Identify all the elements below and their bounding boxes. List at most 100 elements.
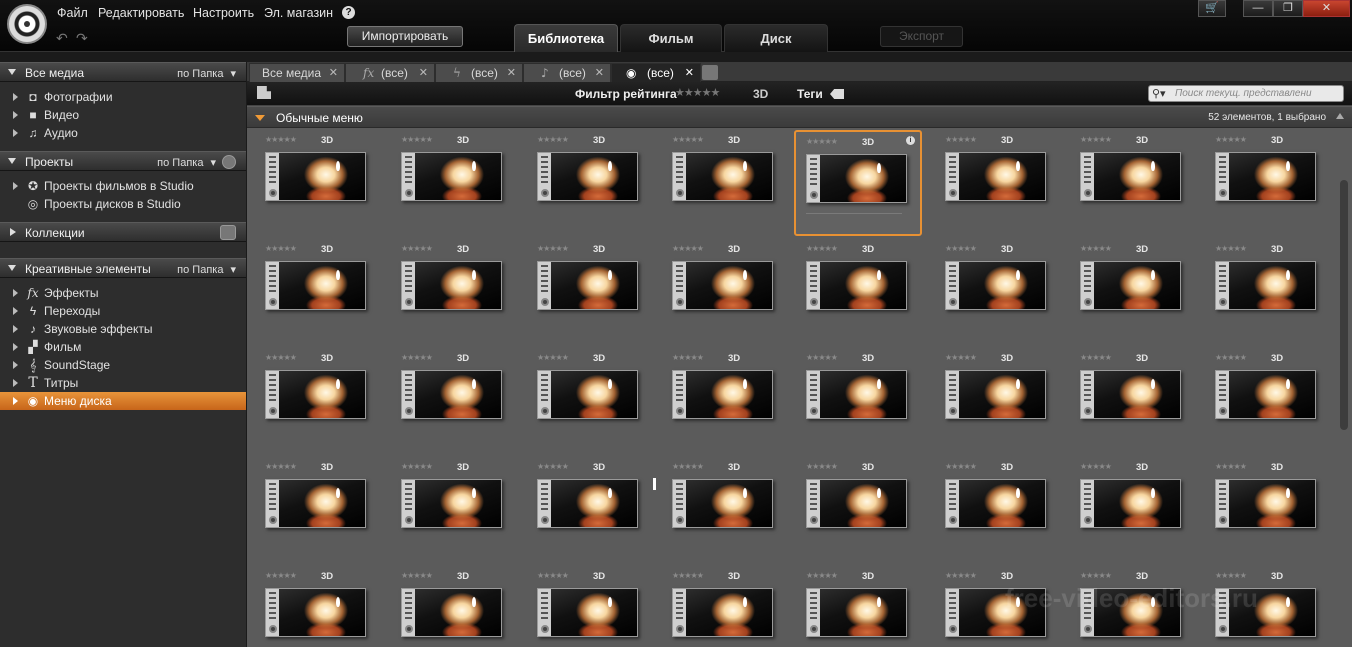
section-all-media[interactable]: Все медиа по Папка (0, 62, 246, 82)
menu-thumbnail-item[interactable]: ★★★★★ 3D (662, 348, 790, 454)
menu-thumbnail-item[interactable]: ★★★★★ 3D (255, 457, 383, 563)
sidebar-item-soundstage[interactable]: 𝄞 SoundStage (0, 356, 246, 374)
sidebar-item-movie-projects[interactable]: ✪ Проекты фильмов в Studio (0, 177, 246, 195)
item-rating-stars[interactable]: ★★★★★ (265, 244, 297, 253)
item-rating-stars[interactable]: ★★★★★ (1080, 462, 1112, 471)
item-rating-stars[interactable]: ★★★★★ (401, 571, 433, 580)
expand-arrow-icon[interactable] (13, 111, 18, 119)
tab-transitions[interactable]: ϟ (все) ✕ (435, 63, 523, 82)
item-rating-stars[interactable]: ★★★★★ (537, 135, 569, 144)
collapse-arrow-icon[interactable] (255, 115, 265, 121)
maximize-button[interactable]: ❐ (1273, 0, 1303, 17)
collapse-arrow-icon[interactable] (10, 228, 16, 236)
expand-arrow-icon[interactable] (13, 129, 18, 137)
scroll-thumb[interactable] (1340, 180, 1348, 430)
menu-preview-image[interactable] (672, 479, 773, 528)
info-icon[interactable]: i (906, 136, 915, 145)
item-rating-stars[interactable]: ★★★★★ (945, 353, 977, 362)
tag-icon[interactable] (830, 89, 844, 99)
menu-thumbnail-item[interactable]: ★★★★★ 3D (1070, 130, 1198, 236)
menu-thumbnail-item[interactable]: ★★★★★ 3D (391, 239, 519, 345)
minimize-button[interactable]: — (1243, 0, 1273, 17)
item-rating-stars[interactable]: ★★★★★ (401, 135, 433, 144)
menu-preview-image[interactable] (1215, 370, 1316, 419)
sidebar-item-photos[interactable]: ◘ Фотографии (0, 88, 246, 106)
group-header[interactable]: Обычные меню 52 элементов, 1 выбрано (247, 107, 1352, 128)
menu-thumbnail-item[interactable]: ★★★★★ 3D (527, 566, 655, 647)
menu-preview-image[interactable] (537, 152, 638, 201)
item-rating-stars[interactable]: ★★★★★ (1080, 571, 1112, 580)
menu-preview-image[interactable] (401, 370, 502, 419)
sidebar-item-sound-effects[interactable]: ♪ Звуковые эффекты (0, 320, 246, 338)
app-logo-icon[interactable] (7, 4, 47, 44)
menu-preview-image[interactable] (1080, 261, 1181, 310)
menu-thumbnail-item[interactable]: ★★★★★ 3D (1070, 348, 1198, 454)
menu-preview-image[interactable] (945, 370, 1046, 419)
menu-preview-image[interactable] (806, 261, 907, 310)
new-tab-icon[interactable] (702, 65, 718, 80)
expand-arrow-icon[interactable] (13, 93, 18, 101)
menu-preview-image[interactable] (401, 152, 502, 201)
menu-preview-image[interactable] (265, 479, 366, 528)
menu-preview-image[interactable] (672, 370, 773, 419)
menu-preview-image[interactable] (401, 588, 502, 637)
menu-file[interactable]: Файл (57, 6, 88, 20)
undo-icon[interactable]: ↶ (56, 31, 70, 45)
close-tab-icon[interactable]: ✕ (685, 64, 694, 82)
menu-preview-image[interactable] (265, 152, 366, 201)
menu-thumbnail-item[interactable]: ★★★★★ 3D (527, 130, 655, 236)
collapse-arrow-icon[interactable] (8, 265, 16, 271)
tab-sound-effects[interactable]: ♪ (все) ✕ (523, 63, 611, 82)
item-rating-stars[interactable]: ★★★★★ (1215, 571, 1247, 580)
tab-movie[interactable]: Фильм (620, 24, 722, 52)
menu-thumbnail-item[interactable]: ★★★★★ 3D (527, 239, 655, 345)
item-rating-stars[interactable]: ★★★★★ (401, 353, 433, 362)
tag-tool-icon[interactable] (257, 86, 271, 99)
tab-disc[interactable]: Диск (724, 24, 828, 52)
item-rating-stars[interactable]: ★★★★★ (672, 244, 704, 253)
menu-store[interactable]: Эл. магазин (264, 6, 333, 20)
item-rating-stars[interactable]: ★★★★★ (537, 462, 569, 471)
section-projects[interactable]: Проекты по Папка (0, 151, 246, 171)
item-rating-stars[interactable]: ★★★★★ (1080, 244, 1112, 253)
tab-effects[interactable]: fx (все) ✕ (345, 63, 435, 82)
item-rating-stars[interactable]: ★★★★★ (806, 571, 838, 580)
menu-thumbnail-item[interactable]: ★★★★★ 3D (796, 457, 924, 563)
import-button[interactable]: Импортировать (347, 26, 463, 47)
menu-preview-image[interactable] (945, 261, 1046, 310)
menu-setup[interactable]: Настроить (193, 6, 254, 20)
item-rating-stars[interactable]: ★★★★★ (806, 462, 838, 471)
expand-arrow-icon[interactable] (13, 397, 18, 405)
menu-thumbnail-item[interactable]: ★★★★★ 3D (527, 457, 655, 563)
tab-library[interactable]: Библиотека (514, 24, 618, 52)
tab-disc-menus[interactable]: ◉ (все) ✕ (611, 63, 701, 82)
item-rating-stars[interactable]: ★★★★★ (1215, 353, 1247, 362)
sidebar-item-titles[interactable]: T Титры (0, 374, 246, 392)
cart-icon[interactable]: 🛒 (1198, 0, 1226, 17)
item-rating-stars[interactable]: ★★★★★ (945, 244, 977, 253)
sort-dropdown[interactable]: по Папка (177, 263, 236, 276)
sidebar-item-film[interactable]: ▞ Фильм (0, 338, 246, 356)
item-rating-stars[interactable]: ★★★★★ (806, 244, 838, 253)
menu-thumbnail-item[interactable]: ★★★★★ 3D (662, 566, 790, 647)
item-rating-stars[interactable]: ★★★★★ (1215, 135, 1247, 144)
menu-thumbnail-item[interactable]: ★★★★★ 3D (935, 348, 1063, 454)
menu-thumbnail-item[interactable]: ★★★★★ 3D (391, 457, 519, 563)
item-rating-stars[interactable]: ★★★★★ (672, 462, 704, 471)
menu-thumbnail-item[interactable]: ★★★★★ 3D (796, 348, 924, 454)
menu-thumbnail-item[interactable]: ★★★★★ 3D (255, 348, 383, 454)
section-creative[interactable]: Креативные элементы по Папка (0, 258, 246, 278)
menu-thumbnail-item[interactable]: ★★★★★ 3D (796, 239, 924, 345)
menu-preview-image[interactable] (537, 479, 638, 528)
menu-thumbnail-item[interactable]: ★★★★★ 3D (1205, 130, 1333, 236)
tags-label[interactable]: Теги (797, 87, 823, 101)
menu-thumbnail-item[interactable]: ★★★★★ 3D (662, 130, 790, 236)
item-rating-stars[interactable]: ★★★★★ (1215, 462, 1247, 471)
menu-thumbnail-item[interactable]: ★★★★★ 3D i (794, 130, 922, 236)
section-collections[interactable]: Коллекции (0, 222, 246, 242)
menu-preview-image[interactable] (1080, 370, 1181, 419)
item-rating-stars[interactable]: ★★★★★ (1080, 353, 1112, 362)
menu-preview-image[interactable] (945, 479, 1046, 528)
menu-preview-image[interactable] (1215, 479, 1316, 528)
item-rating-stars[interactable]: ★★★★★ (945, 462, 977, 471)
